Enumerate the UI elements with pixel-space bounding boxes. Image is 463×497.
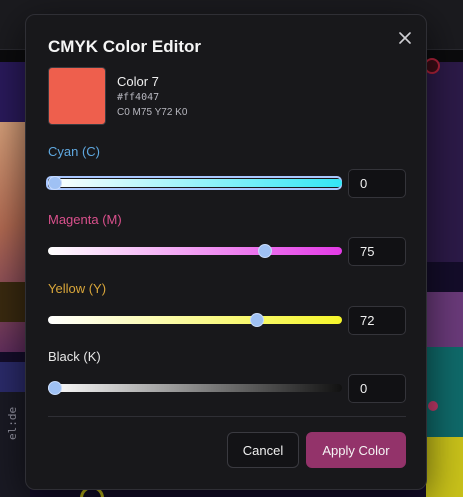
magenta-slider-thumb[interactable] bbox=[258, 244, 272, 258]
cyan-slider-track[interactable] bbox=[48, 179, 342, 187]
canvas-shape bbox=[426, 437, 463, 497]
canvas-shape bbox=[426, 62, 463, 262]
cmyk-editor-dialog: CMYK Color Editor Color 7 #ff4047 C0 M75… bbox=[25, 14, 427, 490]
magenta-value-input[interactable]: 75 bbox=[348, 237, 406, 266]
cyan-label: Cyan (C) bbox=[48, 144, 101, 159]
dialog-title: CMYK Color Editor bbox=[48, 37, 201, 56]
black-slider-track[interactable] bbox=[48, 384, 342, 392]
color-hex: #ff4047 bbox=[117, 92, 160, 103]
apply-color-button[interactable]: Apply Color bbox=[306, 432, 406, 468]
black-label: Black (K) bbox=[48, 349, 101, 364]
close-icon bbox=[399, 32, 411, 44]
black-value-input[interactable]: 0 bbox=[348, 374, 406, 403]
magenta-slider-track[interactable] bbox=[48, 247, 342, 255]
cancel-button[interactable]: Cancel bbox=[227, 432, 299, 468]
cyan-slider-thumb[interactable] bbox=[48, 176, 62, 190]
color-cmyk-summary: C0 M75 Y72 K0 bbox=[117, 107, 188, 118]
magenta-label: Magenta (M) bbox=[48, 212, 122, 227]
canvas-handle[interactable] bbox=[428, 401, 438, 411]
yellow-slider-track[interactable] bbox=[48, 316, 342, 324]
yellow-value-input[interactable]: 72 bbox=[348, 306, 406, 335]
canvas-side-text: el:de bbox=[6, 406, 19, 440]
color-swatch bbox=[48, 67, 106, 125]
cyan-value-input[interactable]: 0 bbox=[348, 169, 406, 198]
black-slider-thumb[interactable] bbox=[48, 381, 62, 395]
color-name: Color 7 bbox=[117, 74, 159, 89]
footer-divider bbox=[48, 416, 406, 417]
yellow-label: Yellow (Y) bbox=[48, 281, 107, 296]
close-button[interactable] bbox=[394, 27, 416, 49]
yellow-slider-thumb[interactable] bbox=[249, 313, 264, 327]
canvas-shape bbox=[426, 292, 463, 352]
canvas-shape bbox=[426, 347, 463, 437]
